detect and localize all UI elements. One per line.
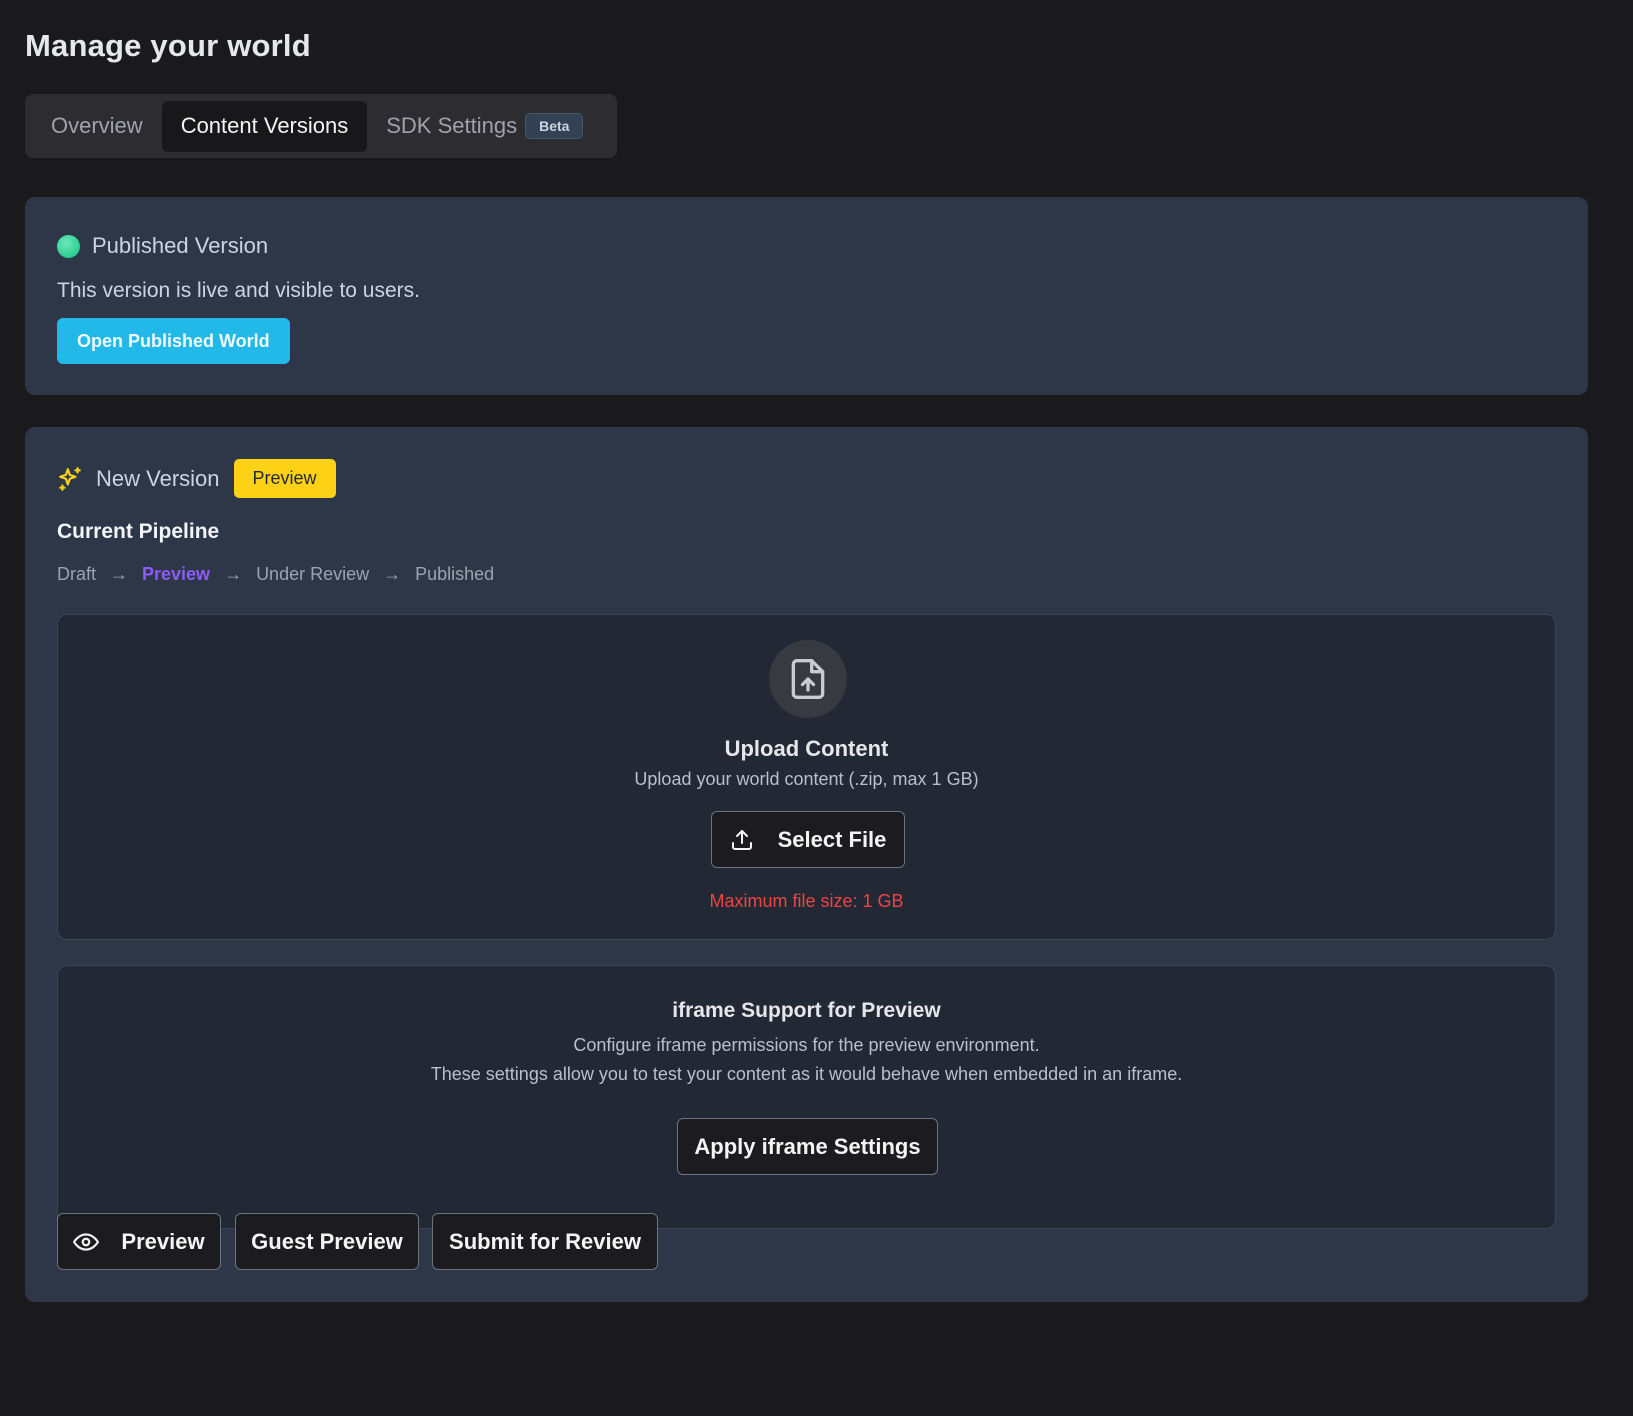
published-version-card: Published Version This version is live a… xyxy=(25,197,1588,395)
page-title: Manage your world xyxy=(25,28,311,63)
upload-panel: Upload Content Upload your world content… xyxy=(57,614,1556,940)
preview-button-label: Preview xyxy=(121,1228,205,1254)
guest-preview-button[interactable]: Guest Preview xyxy=(235,1213,419,1270)
select-file-button[interactable]: Select File xyxy=(711,811,905,868)
tab-bar: Overview Content Versions SDK Settings B… xyxy=(25,94,617,158)
iframe-description-line2: These settings allow you to test your co… xyxy=(430,1064,1183,1084)
pipeline-stage-draft: Draft xyxy=(57,564,97,584)
submit-for-review-button[interactable]: Submit for Review xyxy=(432,1213,658,1270)
pipeline-arrow: → xyxy=(383,564,402,584)
pipeline-stage-published: Published xyxy=(415,564,495,584)
sparkles-icon xyxy=(59,466,81,491)
tab-sdk-settings[interactable]: SDK Settings Beta xyxy=(367,101,602,152)
open-published-world-button[interactable]: Open Published World xyxy=(57,318,290,364)
new-version-card: New Version Preview Current Pipeline Dra… xyxy=(25,427,1588,1302)
pipeline-title: Current Pipeline xyxy=(57,520,220,543)
upload-icon xyxy=(731,829,752,850)
new-version-title: New Version xyxy=(96,465,220,491)
file-upload-icon xyxy=(769,640,847,718)
apply-iframe-settings-button[interactable]: Apply iframe Settings xyxy=(677,1118,938,1175)
iframe-title: iframe Support for Preview xyxy=(672,999,941,1022)
upload-description: Upload your world content (.zip, max 1 G… xyxy=(634,769,979,789)
select-file-label: Select File xyxy=(777,826,887,852)
max-file-size-note: Maximum file size: 1 GB xyxy=(709,891,904,911)
iframe-settings-panel: iframe Support for Preview Configure ifr… xyxy=(57,965,1556,1229)
pipeline: Draft → Preview → Under Review → Publish… xyxy=(57,564,494,585)
new-version-header: New Version Preview xyxy=(57,459,336,498)
upload-title: Upload Content xyxy=(724,736,889,761)
eye-icon xyxy=(73,1232,100,1251)
pipeline-arrow: → xyxy=(110,564,129,584)
preview-button[interactable]: Preview xyxy=(57,1213,221,1270)
status-dot-icon xyxy=(57,234,80,258)
published-version-header: Published Version xyxy=(57,233,268,259)
iframe-description-line1: Configure iframe permissions for the pre… xyxy=(573,1035,1040,1055)
pipeline-stage-under-review: Under Review xyxy=(256,564,370,584)
beta-badge: Beta xyxy=(525,113,584,139)
pipeline-arrow: → xyxy=(224,564,243,584)
page: Manage your world Overview Content Versi… xyxy=(0,0,1633,1416)
pipeline-stage-preview: Preview xyxy=(142,564,211,584)
tab-content-versions[interactable]: Content Versions xyxy=(161,100,368,152)
tab-sdk-settings-label: SDK Settings xyxy=(386,113,518,138)
preview-badge: Preview xyxy=(233,459,336,498)
published-version-description: This version is live and visible to user… xyxy=(57,279,420,302)
published-version-title: Published Version xyxy=(92,233,269,258)
tab-overview[interactable]: Overview xyxy=(32,101,162,152)
